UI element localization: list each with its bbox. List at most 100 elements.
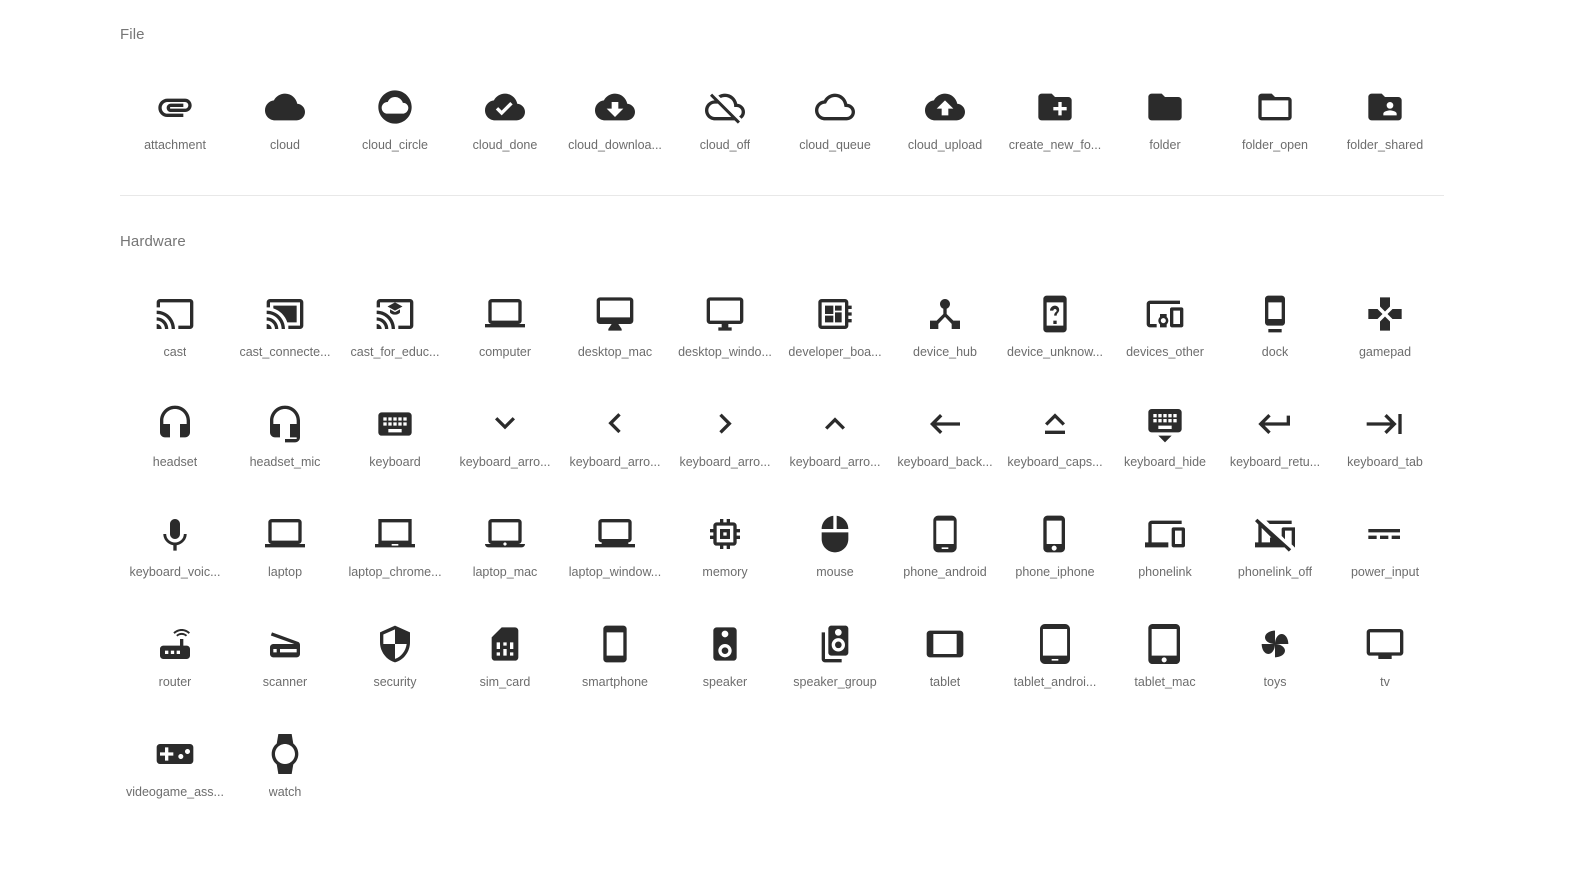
- folder-shared-icon[interactable]: [1363, 85, 1407, 129]
- mouse-icon[interactable]: [813, 512, 857, 556]
- icon-cell[interactable]: cloud_downloa...: [560, 67, 670, 177]
- laptop-icon[interactable]: [263, 512, 307, 556]
- scanner-icon[interactable]: [263, 622, 307, 666]
- icon-cell[interactable]: cloud_upload: [890, 67, 1000, 177]
- power-input-icon[interactable]: [1363, 512, 1407, 556]
- gamepad-icon[interactable]: [1363, 292, 1407, 336]
- icon-cell[interactable]: watch: [230, 714, 340, 824]
- phonelink-off-icon[interactable]: [1253, 512, 1297, 556]
- tv-icon[interactable]: [1363, 622, 1407, 666]
- keyboard-tab-icon[interactable]: [1363, 402, 1407, 446]
- keyboard-hide-icon[interactable]: [1143, 402, 1187, 446]
- create-new-folder-icon[interactable]: [1033, 85, 1077, 129]
- keyboard-capslock-icon[interactable]: [1033, 402, 1077, 446]
- keyboard-voice-icon[interactable]: [153, 512, 197, 556]
- cloud-off-icon[interactable]: [703, 85, 747, 129]
- icon-cell[interactable]: security: [340, 604, 450, 714]
- icon-cell[interactable]: laptop_chrome...: [340, 494, 450, 604]
- tablet-mac-icon[interactable]: [1143, 622, 1187, 666]
- icon-cell[interactable]: folder_shared: [1330, 67, 1440, 177]
- device-hub-icon[interactable]: [923, 292, 967, 336]
- icon-cell[interactable]: router: [120, 604, 230, 714]
- phone-iphone-icon[interactable]: [1033, 512, 1077, 556]
- laptop-windows-icon[interactable]: [593, 512, 637, 556]
- headset-mic-icon[interactable]: [263, 402, 307, 446]
- laptop-chromebook-icon[interactable]: [373, 512, 417, 556]
- icon-cell[interactable]: sim_card: [450, 604, 560, 714]
- keyboard-backspace-icon[interactable]: [923, 402, 967, 446]
- icon-cell[interactable]: device_unknow...: [1000, 274, 1110, 384]
- devices-other-icon[interactable]: [1143, 292, 1187, 336]
- cloud-circle-icon[interactable]: [373, 85, 417, 129]
- icon-cell[interactable]: folder_open: [1220, 67, 1330, 177]
- icon-cell[interactable]: headset_mic: [230, 384, 340, 494]
- cloud-upload-icon[interactable]: [923, 85, 967, 129]
- icon-cell[interactable]: keyboard_caps...: [1000, 384, 1110, 494]
- icon-cell[interactable]: cloud_queue: [780, 67, 890, 177]
- smartphone-icon[interactable]: [593, 622, 637, 666]
- keyboard-arrow-down-icon[interactable]: [483, 402, 527, 446]
- icon-cell[interactable]: cloud_done: [450, 67, 560, 177]
- sim-card-icon[interactable]: [483, 622, 527, 666]
- toys-icon[interactable]: [1253, 622, 1297, 666]
- icon-cell[interactable]: power_input: [1330, 494, 1440, 604]
- icon-cell[interactable]: devices_other: [1110, 274, 1220, 384]
- icon-cell[interactable]: keyboard_retu...: [1220, 384, 1330, 494]
- icon-cell[interactable]: keyboard_tab: [1330, 384, 1440, 494]
- icon-cell[interactable]: laptop_window...: [560, 494, 670, 604]
- icon-cell[interactable]: gamepad: [1330, 274, 1440, 384]
- icon-cell[interactable]: keyboard_hide: [1110, 384, 1220, 494]
- security-icon[interactable]: [373, 622, 417, 666]
- icon-cell[interactable]: keyboard_arro...: [560, 384, 670, 494]
- icon-cell[interactable]: keyboard_arro...: [670, 384, 780, 494]
- icon-cell[interactable]: speaker_group: [780, 604, 890, 714]
- icon-cell[interactable]: cast: [120, 274, 230, 384]
- icon-cell[interactable]: create_new_fo...: [1000, 67, 1110, 177]
- icon-cell[interactable]: tablet: [890, 604, 1000, 714]
- cast-connected-icon[interactable]: [263, 292, 307, 336]
- folder-open-icon[interactable]: [1253, 85, 1297, 129]
- icon-cell[interactable]: desktop_windo...: [670, 274, 780, 384]
- icon-cell[interactable]: keyboard_voic...: [120, 494, 230, 604]
- icon-cell[interactable]: folder: [1110, 67, 1220, 177]
- keyboard-icon[interactable]: [373, 402, 417, 446]
- attachment-icon[interactable]: [153, 85, 197, 129]
- cast-for-education-icon[interactable]: [373, 292, 417, 336]
- icon-cell[interactable]: device_hub: [890, 274, 1000, 384]
- icon-cell[interactable]: keyboard: [340, 384, 450, 494]
- keyboard-arrow-up-icon[interactable]: [813, 402, 857, 446]
- icon-cell[interactable]: toys: [1220, 604, 1330, 714]
- icon-cell[interactable]: tablet_mac: [1110, 604, 1220, 714]
- memory-icon[interactable]: [703, 512, 747, 556]
- keyboard-arrow-right-icon[interactable]: [703, 402, 747, 446]
- icon-cell[interactable]: keyboard_arro...: [780, 384, 890, 494]
- cloud-download-icon[interactable]: [593, 85, 637, 129]
- desktop-windows-icon[interactable]: [703, 292, 747, 336]
- icon-cell[interactable]: cloud: [230, 67, 340, 177]
- tablet-android-icon[interactable]: [1033, 622, 1077, 666]
- cloud-icon[interactable]: [263, 85, 307, 129]
- tablet-icon[interactable]: [923, 622, 967, 666]
- icon-cell[interactable]: speaker: [670, 604, 780, 714]
- cast-icon[interactable]: [153, 292, 197, 336]
- device-unknown-icon[interactable]: [1033, 292, 1077, 336]
- router-icon[interactable]: [153, 622, 197, 666]
- icon-cell[interactable]: tablet_androi...: [1000, 604, 1110, 714]
- icon-cell[interactable]: desktop_mac: [560, 274, 670, 384]
- computer-icon[interactable]: [483, 292, 527, 336]
- icon-cell[interactable]: phone_iphone: [1000, 494, 1110, 604]
- speaker-icon[interactable]: [703, 622, 747, 666]
- icon-cell[interactable]: videogame_ass...: [120, 714, 230, 824]
- icon-cell[interactable]: tv: [1330, 604, 1440, 714]
- developer-board-icon[interactable]: [813, 292, 857, 336]
- headset-icon[interactable]: [153, 402, 197, 446]
- speaker-group-icon[interactable]: [813, 622, 857, 666]
- watch-icon[interactable]: [263, 732, 307, 776]
- cloud-queue-icon[interactable]: [813, 85, 857, 129]
- icon-cell[interactable]: phonelink: [1110, 494, 1220, 604]
- icon-cell[interactable]: scanner: [230, 604, 340, 714]
- icon-cell[interactable]: headset: [120, 384, 230, 494]
- icon-cell[interactable]: laptop: [230, 494, 340, 604]
- icon-cell[interactable]: cloud_circle: [340, 67, 450, 177]
- desktop-mac-icon[interactable]: [593, 292, 637, 336]
